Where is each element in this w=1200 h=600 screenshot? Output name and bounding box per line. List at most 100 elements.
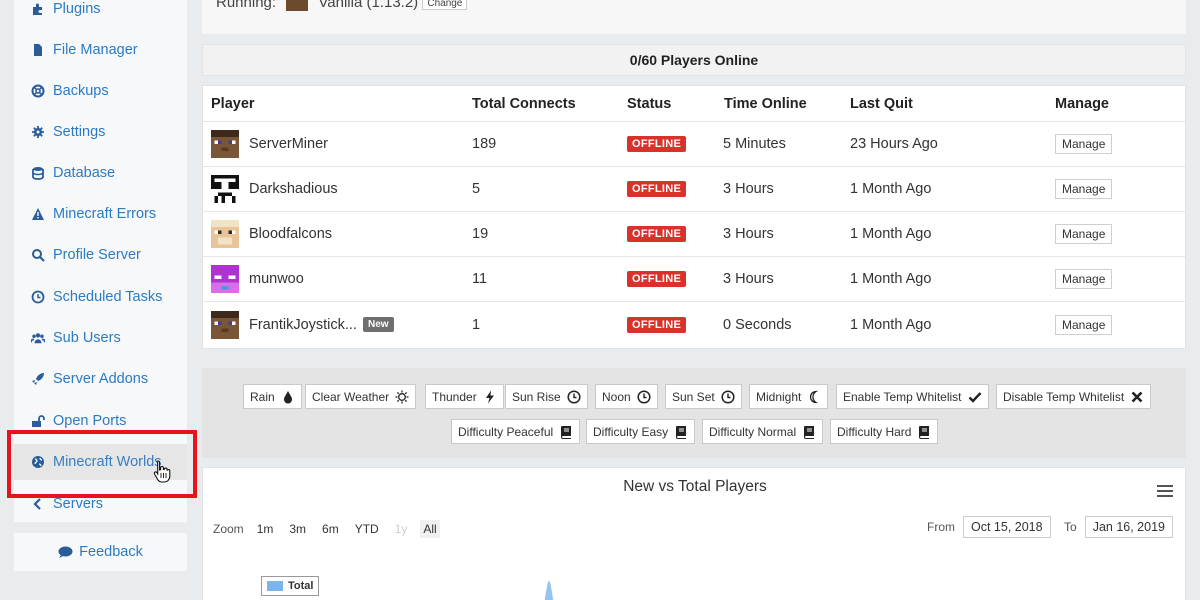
sidebar-item-file-manager[interactable]: File Manager <box>14 32 187 68</box>
running-version: Vanilla (1.13.2) <box>318 0 419 11</box>
time-online: 5 Minutes <box>723 136 786 152</box>
hand-cursor-icon <box>153 460 171 483</box>
manage-button[interactable]: Manage <box>1055 269 1113 289</box>
manage-button[interactable]: Manage <box>1055 314 1113 335</box>
rain-button[interactable]: Rain <box>243 384 302 409</box>
search-icon <box>28 248 48 262</box>
clear-weather-button[interactable]: Clear Weather <box>305 384 417 409</box>
player-name[interactable]: ServerMiner <box>249 136 328 152</box>
sidebar-item-backups[interactable]: Backups <box>14 73 187 109</box>
difficulty-easy-button[interactable]: Difficulty Easy <box>586 419 696 444</box>
bolt-icon <box>483 390 497 404</box>
running-label: Running: <box>216 0 277 11</box>
thunder-button[interactable]: Thunder <box>425 384 504 409</box>
player-cell: Darkshadious <box>211 167 338 211</box>
sun-rise-button[interactable]: Sun Rise <box>505 384 588 409</box>
button-label: Difficulty Easy <box>593 424 669 439</box>
to-date-input[interactable]: Jan 16, 2019 <box>1084 516 1173 538</box>
midnight-button[interactable]: Midnight <box>749 384 829 409</box>
noon-button[interactable]: Noon <box>595 384 658 409</box>
status-badge: OFFLINE <box>627 271 687 287</box>
player-name[interactable]: Darkshadious <box>249 181 338 197</box>
status-badge: OFFLINE <box>627 226 687 242</box>
rocket-icon <box>28 372 48 386</box>
sidebar-item-label: Backups <box>53 83 109 99</box>
zoom-3m-button[interactable]: 3m <box>286 520 309 538</box>
date-range-to: To Jan 16, 2019 <box>1064 516 1173 538</box>
manage-button[interactable]: Manage <box>1055 134 1113 154</box>
status-badge: OFFLINE <box>627 181 687 197</box>
last-quit: 1 Month Ago <box>850 271 932 287</box>
button-label: Difficulty Peaceful <box>458 424 554 439</box>
players-table-header: Player Total Connects Status Time Online… <box>203 86 1185 122</box>
button-label: Rain <box>250 389 275 404</box>
zoom-ytd-button[interactable]: YTD <box>352 520 382 538</box>
button-label: Thunder <box>432 389 477 404</box>
players-table: Player Total Connects Status Time Online… <box>202 85 1186 349</box>
book-icon <box>802 425 816 439</box>
sidebar-item-sub-users[interactable]: Sub Users <box>14 320 187 356</box>
grass-block-icon <box>286 0 309 12</box>
sidebar-item-plugins[interactable]: Plugins <box>14 0 187 27</box>
from-date-input[interactable]: Oct 15, 2018 <box>963 516 1051 538</box>
sidebar-item-minecraft-errors[interactable]: Minecraft Errors <box>14 196 187 232</box>
zoom-1m-button[interactable]: 1m <box>254 520 277 538</box>
manage-button[interactable]: Manage <box>1055 179 1113 199</box>
zoom-all-button[interactable]: All <box>420 520 440 538</box>
manage-cell: Manage <box>1055 257 1113 301</box>
button-label: Sun Rise <box>512 389 561 404</box>
time-online: 3 Hours <box>723 181 774 197</box>
total-connects: 1 <box>472 316 481 333</box>
status-cell: OFFLINE <box>627 167 687 211</box>
change-version-button[interactable]: Change <box>422 0 468 10</box>
difficulty-hard-button[interactable]: Difficulty Hard <box>830 419 939 444</box>
manage-cell: Manage <box>1055 122 1113 166</box>
date-range-from: From Oct 15, 2018 <box>927 516 1051 538</box>
new-badge: New <box>362 317 394 332</box>
zoom-6m-button[interactable]: 6m <box>319 520 342 538</box>
sidebar-item-database[interactable]: Database <box>14 155 187 191</box>
difficulty-peaceful-button[interactable]: Difficulty Peaceful <box>451 419 581 444</box>
sidebar-item-label: Server Addons <box>53 371 149 387</box>
x-icon <box>1130 390 1144 404</box>
time-online: 3 Hours <box>723 226 774 242</box>
sidebar-item-settings[interactable]: Settings <box>14 114 187 150</box>
sidebar-item-scheduled-tasks[interactable]: Scheduled Tasks <box>14 279 187 315</box>
manage-cell: Manage <box>1055 167 1113 211</box>
to-label: To <box>1064 520 1077 534</box>
player-name[interactable]: Bloodfalcons <box>249 226 332 242</box>
sidebar-item-label: Scheduled Tasks <box>53 289 163 305</box>
table-row: munwoo 11 OFFLINE 3 Hours 1 Month Ago Ma… <box>203 257 1185 302</box>
player-name[interactable]: FrantikJoystick... <box>249 317 357 333</box>
zoom-1y-button[interactable]: 1y <box>392 520 411 538</box>
disable-temp-whitelist-button[interactable]: Disable Temp Whitelist <box>996 384 1152 409</box>
file-icon <box>28 43 48 57</box>
gear-icon <box>28 125 48 139</box>
total-connects: 189 <box>472 136 497 152</box>
time-online: 0 Seconds <box>723 316 792 333</box>
total-connects: 19 <box>472 226 489 242</box>
chart-legend-total[interactable]: Total <box>261 576 320 596</box>
button-label: Midnight <box>756 389 802 404</box>
enable-temp-whitelist-button[interactable]: Enable Temp Whitelist <box>836 384 989 409</box>
feedback-button[interactable]: Feedback <box>14 533 187 571</box>
sidebar-item-server-addons[interactable]: Server Addons <box>14 361 187 397</box>
total-connects: 11 <box>472 271 488 287</box>
sidebar-item-profile-server[interactable]: Profile Server <box>14 237 187 273</box>
difficulty-normal-button[interactable]: Difficulty Normal <box>702 419 824 444</box>
button-label: Enable Temp Whitelist <box>843 389 962 404</box>
chart-title: New vs Total Players <box>623 478 767 495</box>
button-label: Difficulty Normal <box>709 424 797 439</box>
book-icon <box>917 425 931 439</box>
moon-icon <box>807 390 821 404</box>
clock-icon <box>721 389 735 404</box>
player-name[interactable]: munwoo <box>249 271 304 287</box>
sun-set-button[interactable]: Sun Set <box>665 384 742 409</box>
sidebar-item-label: File Manager <box>53 42 138 58</box>
sidebar-item-label: Minecraft Errors <box>53 206 157 222</box>
manage-button[interactable]: Manage <box>1055 224 1113 244</box>
chart-menu-icon[interactable] <box>1157 484 1173 498</box>
last-quit: 1 Month Ago <box>850 316 932 333</box>
zoom-label: Zoom <box>213 522 244 536</box>
player-cell: Bloodfalcons <box>211 212 332 256</box>
